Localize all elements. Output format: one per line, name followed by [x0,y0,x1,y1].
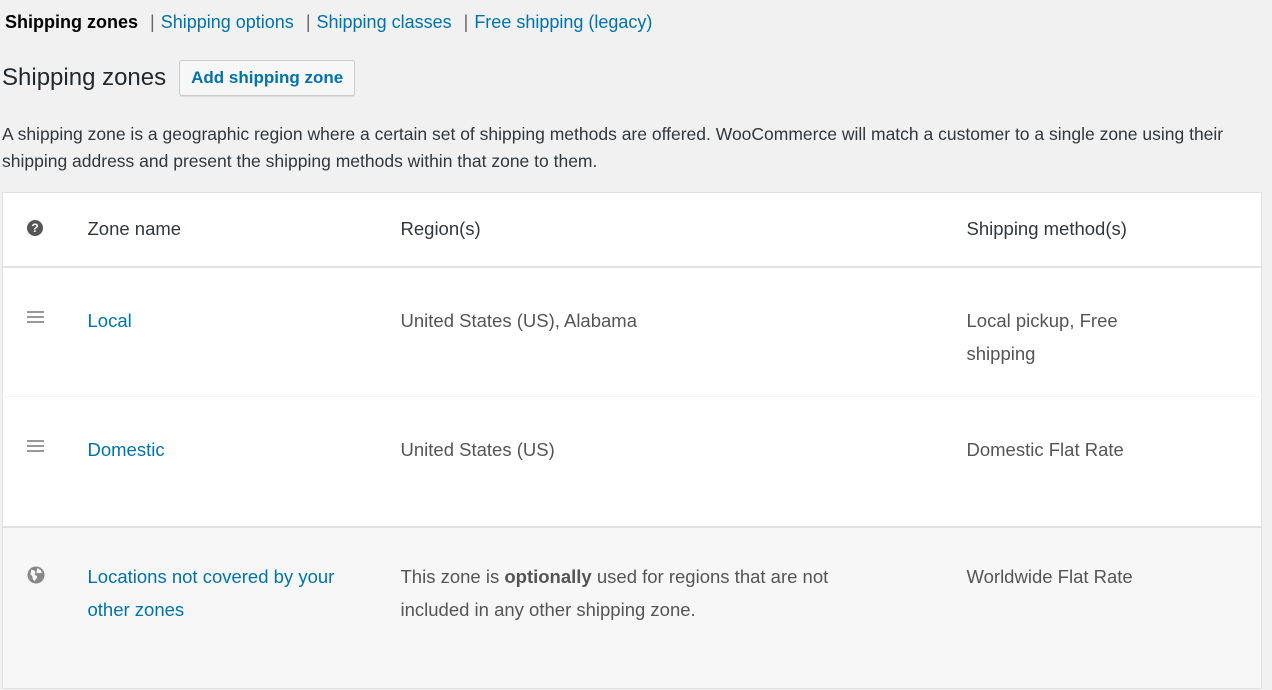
page-description: A shipping zone is a geographic region w… [2,124,1224,171]
column-header-zone-name: Zone name [87,218,182,240]
subnav-link-shipping-classes[interactable]: Shipping classes [317,12,452,32]
drag-handle-icon[interactable] [27,440,44,455]
table-header-row: ? Zone name Region(s) Shipping method(s) [2,193,1262,267]
zone-methods: Domestic Flat Rate [966,439,1124,460]
globe-cell [3,527,88,689]
rest-of-world-regions: This zone is optionally used for regions… [401,527,967,689]
drag-handle-icon[interactable] [27,310,44,326]
column-header-shipping-methods: Shipping method(s) [966,218,1127,240]
subnav-link-free-shipping-legacy[interactable]: Free shipping (legacy) [474,12,652,32]
subnav-separator: | [150,12,155,32]
rest-of-world-methods: Worldwide Flat Rate [966,565,1133,587]
regions-text-bold: optionally [504,565,592,587]
subnav-current-shipping-zones: Shipping zones [5,12,138,32]
subnav-link-shipping-options[interactable]: Shipping options [161,12,294,32]
help-icon[interactable]: ? [27,220,43,237]
globe-icon [27,565,45,584]
add-shipping-zone-button[interactable]: Add shipping zone [179,60,356,96]
subnav-separator: | [305,12,311,32]
zone-regions: United States (US), Alabama [400,309,638,331]
zone-methods: Local pickup, Free shipping [967,267,1262,397]
subnav-separator: | [463,12,469,32]
zone-name-link[interactable]: Local [88,310,132,331]
help-column-header: ? [3,193,88,267]
zone-methods-text: Local pickup, Free shipping [966,309,1118,364]
page-heading-row: Shipping zones Add shipping zone [2,58,356,98]
zone-name-link[interactable]: Domestic [88,439,165,460]
table-row: Local United States (US), Alabama Local … [2,267,1262,397]
zone-regions: United States (US) [400,439,555,460]
page-title: Shipping zones [2,64,167,91]
drag-handle-cell[interactable] [3,397,88,527]
rest-of-world-row: Locations not covered by your other zone… [2,526,1262,689]
column-header-regions: Region(s) [400,218,481,240]
drag-handle-cell[interactable] [3,267,88,397]
table-row: Domestic United States (US) Domestic Fla… [2,397,1262,527]
shipping-subnav: Shipping zones | Shipping options | Shippi… [5,10,652,34]
regions-text-pre: This zone is [400,565,505,587]
shipping-zones-table: ? Zone name Region(s) Shipping method(s)… [2,192,1262,689]
rest-of-world-zone-link[interactable]: Locations not covered by your other zone… [88,566,335,620]
